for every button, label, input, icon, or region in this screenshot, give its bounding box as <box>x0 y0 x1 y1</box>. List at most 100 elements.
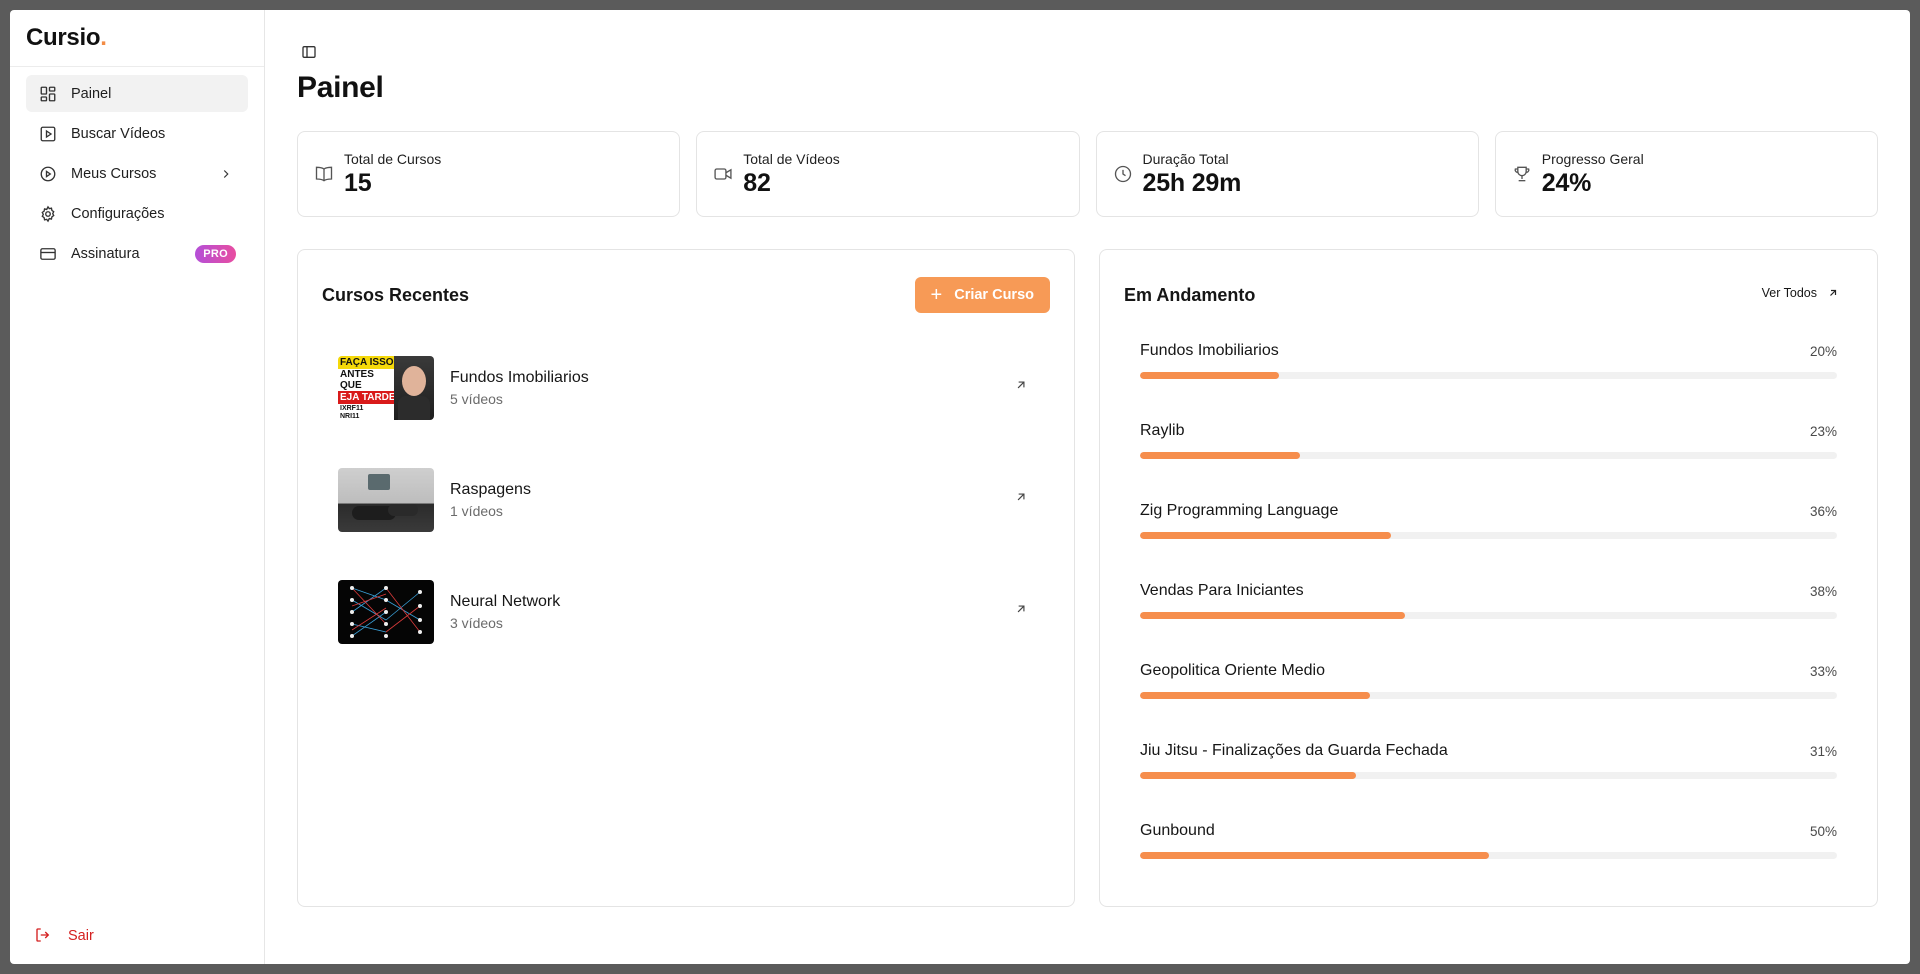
course-item-fundos-imobiliarios[interactable]: FAÇA ISSO ANTES QUE EJA TARDE IXRF11 NRI… <box>338 332 1034 444</box>
recent-courses-panel: Cursos Recentes + Criar Curso FAÇA ISSO … <box>297 249 1075 907</box>
see-all-label: Ver Todos <box>1761 286 1817 300</box>
gear-icon <box>38 204 58 224</box>
course-item-neural-network[interactable]: Neural Network 3 vídeos <box>338 556 1034 668</box>
progress-course-name: Raylib <box>1140 422 1185 439</box>
progress-item[interactable]: Fundos Imobiliarios 20% <box>1140 326 1837 406</box>
sidebar-toggle-icon <box>302 46 316 58</box>
course-thumbnail <box>338 468 434 532</box>
course-video-count: 5 vídeos <box>450 391 503 407</box>
chevron-right-icon <box>216 164 236 184</box>
progress-bar <box>1140 852 1837 859</box>
progress-bar <box>1140 692 1837 699</box>
page-title: Painel <box>297 71 384 104</box>
sidebar-item-label: Assinatura <box>71 245 140 262</box>
progress-item[interactable]: Zig Programming Language 36% <box>1140 486 1837 566</box>
progress-item[interactable]: Raylib 23% <box>1140 406 1837 486</box>
arrow-up-right-icon[interactable] <box>1014 490 1034 510</box>
sidebar-item-painel[interactable]: Painel <box>26 75 248 112</box>
create-course-label: Criar Curso <box>954 287 1034 303</box>
course-video-count: 3 vídeos <box>450 615 503 631</box>
see-all-link[interactable]: Ver Todos <box>1762 286 1839 300</box>
clock-icon <box>1113 164 1135 186</box>
main-content: Painel Total de Cursos 15 Total de Vídeo… <box>265 10 1910 964</box>
thumb-text: IXRF11 <box>340 405 364 412</box>
brand-dot: . <box>100 24 107 51</box>
stat-card-total-cursos: Total de Cursos 15 <box>297 131 681 217</box>
logout-icon <box>34 926 54 946</box>
stat-label: Total de Vídeos <box>743 150 840 167</box>
progress-bar-fill <box>1140 452 1301 459</box>
progress-bar-fill <box>1140 532 1391 539</box>
neural-network-thumbnail-art <box>350 586 422 638</box>
arrow-up-right-icon[interactable] <box>1014 378 1034 398</box>
stat-card-total-videos: Total de Vídeos 82 <box>696 131 1080 217</box>
progress-course-name: Gunbound <box>1140 822 1215 839</box>
sidebar-item-assinatura[interactable]: Assinatura PRO <box>26 235 248 272</box>
course-video-count: 1 vídeos <box>450 503 503 519</box>
progress-bar <box>1140 772 1837 779</box>
progress-percent: 31% <box>1809 743 1837 759</box>
pro-badge: PRO <box>195 244 236 263</box>
app-window: Cursio. Painel Buscar Vídeos Meus Cursos <box>10 10 1910 964</box>
stat-label: Total de Cursos <box>344 150 442 167</box>
progress-bar <box>1140 612 1837 619</box>
progress-bar <box>1140 372 1837 379</box>
stat-value: 82 <box>743 168 771 197</box>
thumb-text: NRI11 <box>340 413 360 420</box>
thumb-text: EJA TARDE <box>338 391 398 404</box>
progress-percent: 33% <box>1809 663 1837 679</box>
sidebar-item-buscar-videos[interactable]: Buscar Vídeos <box>26 115 248 152</box>
sidebar-item-label: Meus Cursos <box>71 165 157 182</box>
course-item-raspagens[interactable]: Raspagens 1 vídeos <box>338 444 1034 556</box>
progress-item[interactable]: Geopolitica Oriente Medio 33% <box>1140 646 1837 726</box>
progress-bar <box>1140 532 1837 539</box>
in-progress-title: Em Andamento <box>1124 284 1256 305</box>
sidebar-nav: Painel Buscar Vídeos Meus Cursos Configu… <box>10 67 264 283</box>
stats-row: Total de Cursos 15 Total de Vídeos 82 Du… <box>297 131 1878 217</box>
arrow-up-right-icon <box>1830 289 1837 296</box>
logout-label: Sair <box>68 928 94 944</box>
sidebar-item-configuracoes[interactable]: Configurações <box>26 195 248 232</box>
play-circle-icon <box>38 164 58 184</box>
sidebar-item-meus-cursos[interactable]: Meus Cursos <box>26 155 248 192</box>
recent-courses-title: Cursos Recentes <box>322 284 470 305</box>
video-camera-icon <box>713 164 735 186</box>
progress-bar-fill <box>1140 772 1357 779</box>
stat-card-progresso-geral: Progresso Geral 24% <box>1494 131 1878 217</box>
brand-name: Cursio <box>26 24 101 51</box>
logout-button[interactable]: Sair <box>34 926 94 946</box>
trophy-icon <box>1512 164 1534 186</box>
course-name: Neural Network <box>450 593 561 610</box>
progress-item[interactable]: Jiu Jitsu - Finalizações da Guarda Fecha… <box>1140 726 1837 806</box>
sidebar: Cursio. Painel Buscar Vídeos Meus Cursos <box>10 10 265 964</box>
panels-row: Cursos Recentes + Criar Curso FAÇA ISSO … <box>297 249 1878 907</box>
stat-value: 15 <box>344 168 372 197</box>
progress-course-name: Fundos Imobiliarios <box>1140 342 1279 359</box>
progress-percent: 50% <box>1809 823 1837 839</box>
progress-item[interactable]: Gunbound 50% <box>1140 806 1837 886</box>
progress-bar-fill <box>1140 612 1405 619</box>
course-thumbnail <box>338 580 434 644</box>
progress-percent: 23% <box>1809 423 1837 439</box>
thumb-text: ANTES QUE <box>340 369 374 391</box>
progress-course-name: Geopolitica Oriente Medio <box>1140 662 1325 679</box>
progress-course-name: Jiu Jitsu - Finalizações da Guarda Fecha… <box>1140 742 1448 759</box>
thumb-text: FAÇA ISSO <box>338 356 398 369</box>
plus-icon: + <box>930 284 943 306</box>
sidebar-toggle-button[interactable] <box>301 44 321 64</box>
progress-item[interactable]: Vendas Para Iniciantes 38% <box>1140 566 1837 646</box>
video-search-icon <box>38 124 58 144</box>
stat-label: Progresso Geral <box>1541 150 1644 167</box>
create-course-button[interactable]: + Criar Curso <box>914 277 1050 313</box>
arrow-up-right-icon[interactable] <box>1014 602 1034 622</box>
course-thumbnail: FAÇA ISSO ANTES QUE EJA TARDE IXRF11 NRI… <box>338 356 434 420</box>
sidebar-item-label: Configurações <box>71 205 165 222</box>
progress-course-name: Vendas Para Iniciantes <box>1140 582 1304 599</box>
progress-bar-fill <box>1140 852 1489 859</box>
progress-bar <box>1140 452 1837 459</box>
in-progress-panel: Em Andamento Ver Todos Fundos Imobiliari… <box>1099 249 1878 907</box>
progress-bar-fill <box>1140 372 1280 379</box>
course-name: Raspagens <box>450 481 531 498</box>
brand-logo[interactable]: Cursio. <box>10 10 264 67</box>
stat-value: 25h 29m <box>1142 168 1242 197</box>
